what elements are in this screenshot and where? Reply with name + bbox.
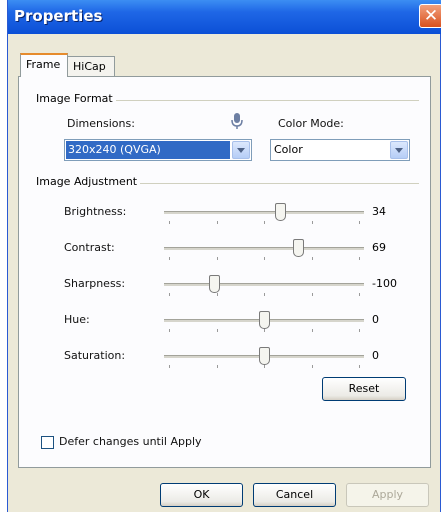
slider-tick (311, 257, 313, 260)
slider-tick (359, 257, 360, 260)
group-divider (109, 100, 419, 101)
slider-tick (169, 365, 170, 368)
slider-tick (216, 329, 218, 332)
slider-value: 69 (372, 241, 386, 254)
slider-tick (169, 329, 170, 332)
slider-value: 0 (372, 349, 379, 362)
defer-changes-checkbox[interactable] (41, 436, 54, 449)
dimensions-value: 320x240 (QVGA) (66, 141, 230, 159)
color-mode-value: Color (274, 143, 303, 156)
slider-label: Brightness: (64, 205, 127, 218)
microphone-icon (230, 112, 244, 133)
apply-button: Apply (346, 483, 429, 507)
slider-value: 0 (372, 313, 379, 326)
slider-tick (359, 293, 360, 296)
slider-tick (169, 257, 170, 260)
color-mode-label: Color Mode: (278, 117, 344, 130)
slider-tick (216, 293, 218, 296)
ok-button[interactable]: OK (160, 483, 243, 507)
tab-frame[interactable]: Frame (20, 53, 68, 77)
slider-label: Saturation: (64, 349, 126, 362)
chevron-down-icon[interactable] (232, 141, 250, 159)
slider-thumb[interactable] (259, 347, 270, 365)
window-title: Properties (14, 7, 103, 25)
dimensions-select[interactable]: 320x240 (QVGA) (64, 139, 252, 161)
title-bar[interactable]: Properties ✕ (8, 0, 441, 34)
tab-hicap[interactable]: HiCap (67, 56, 115, 77)
slider-thumb[interactable] (259, 311, 270, 329)
slider-tick (311, 365, 313, 368)
slider-tick (264, 365, 265, 368)
image-adjustment-group-label: Image Adjustment (36, 175, 141, 188)
slider-label: Contrast: (64, 241, 115, 254)
slider-tick (264, 293, 265, 296)
slider-tick (169, 221, 170, 224)
properties-dialog: Properties ✕ Frame HiCap Image Format Di… (7, 0, 441, 512)
slider-tick (264, 329, 265, 332)
slider-tick (359, 365, 360, 368)
slider-value: 34 (372, 205, 386, 218)
slider-label: Hue: (64, 313, 90, 326)
tab-panel-frame: Image Format Dimensions: 320x240 (QVGA) … (18, 76, 431, 468)
slider-tick (311, 293, 313, 296)
slider-track[interactable] (164, 283, 364, 286)
slider-track[interactable] (164, 211, 364, 214)
slider-tick (311, 329, 313, 332)
slider-tick (216, 365, 218, 368)
slider-tick (311, 221, 313, 224)
dimensions-label: Dimensions: (67, 117, 135, 130)
slider-label: Sharpness: (64, 277, 126, 290)
reset-button[interactable]: Reset (322, 377, 406, 401)
defer-changes-label: Defer changes until Apply (59, 435, 202, 448)
slider-tick (359, 221, 360, 224)
image-format-group-label: Image Format (36, 92, 116, 105)
slider-thumb[interactable] (293, 239, 304, 257)
slider-tick (169, 293, 170, 296)
slider-tick (264, 257, 265, 260)
slider-tick (216, 221, 218, 224)
slider-tick (359, 329, 360, 332)
slider-tick (264, 221, 265, 224)
cancel-button[interactable]: Cancel (253, 483, 336, 507)
slider-value: -100 (372, 277, 397, 290)
slider-thumb[interactable] (209, 275, 220, 293)
slider-thumb[interactable] (275, 203, 286, 221)
slider-tick (216, 257, 218, 260)
close-button[interactable]: ✕ (419, 4, 441, 28)
chevron-down-icon[interactable] (390, 141, 408, 159)
slider-track[interactable] (164, 247, 364, 250)
group-divider (139, 183, 419, 184)
color-mode-select[interactable]: Color (270, 139, 410, 161)
